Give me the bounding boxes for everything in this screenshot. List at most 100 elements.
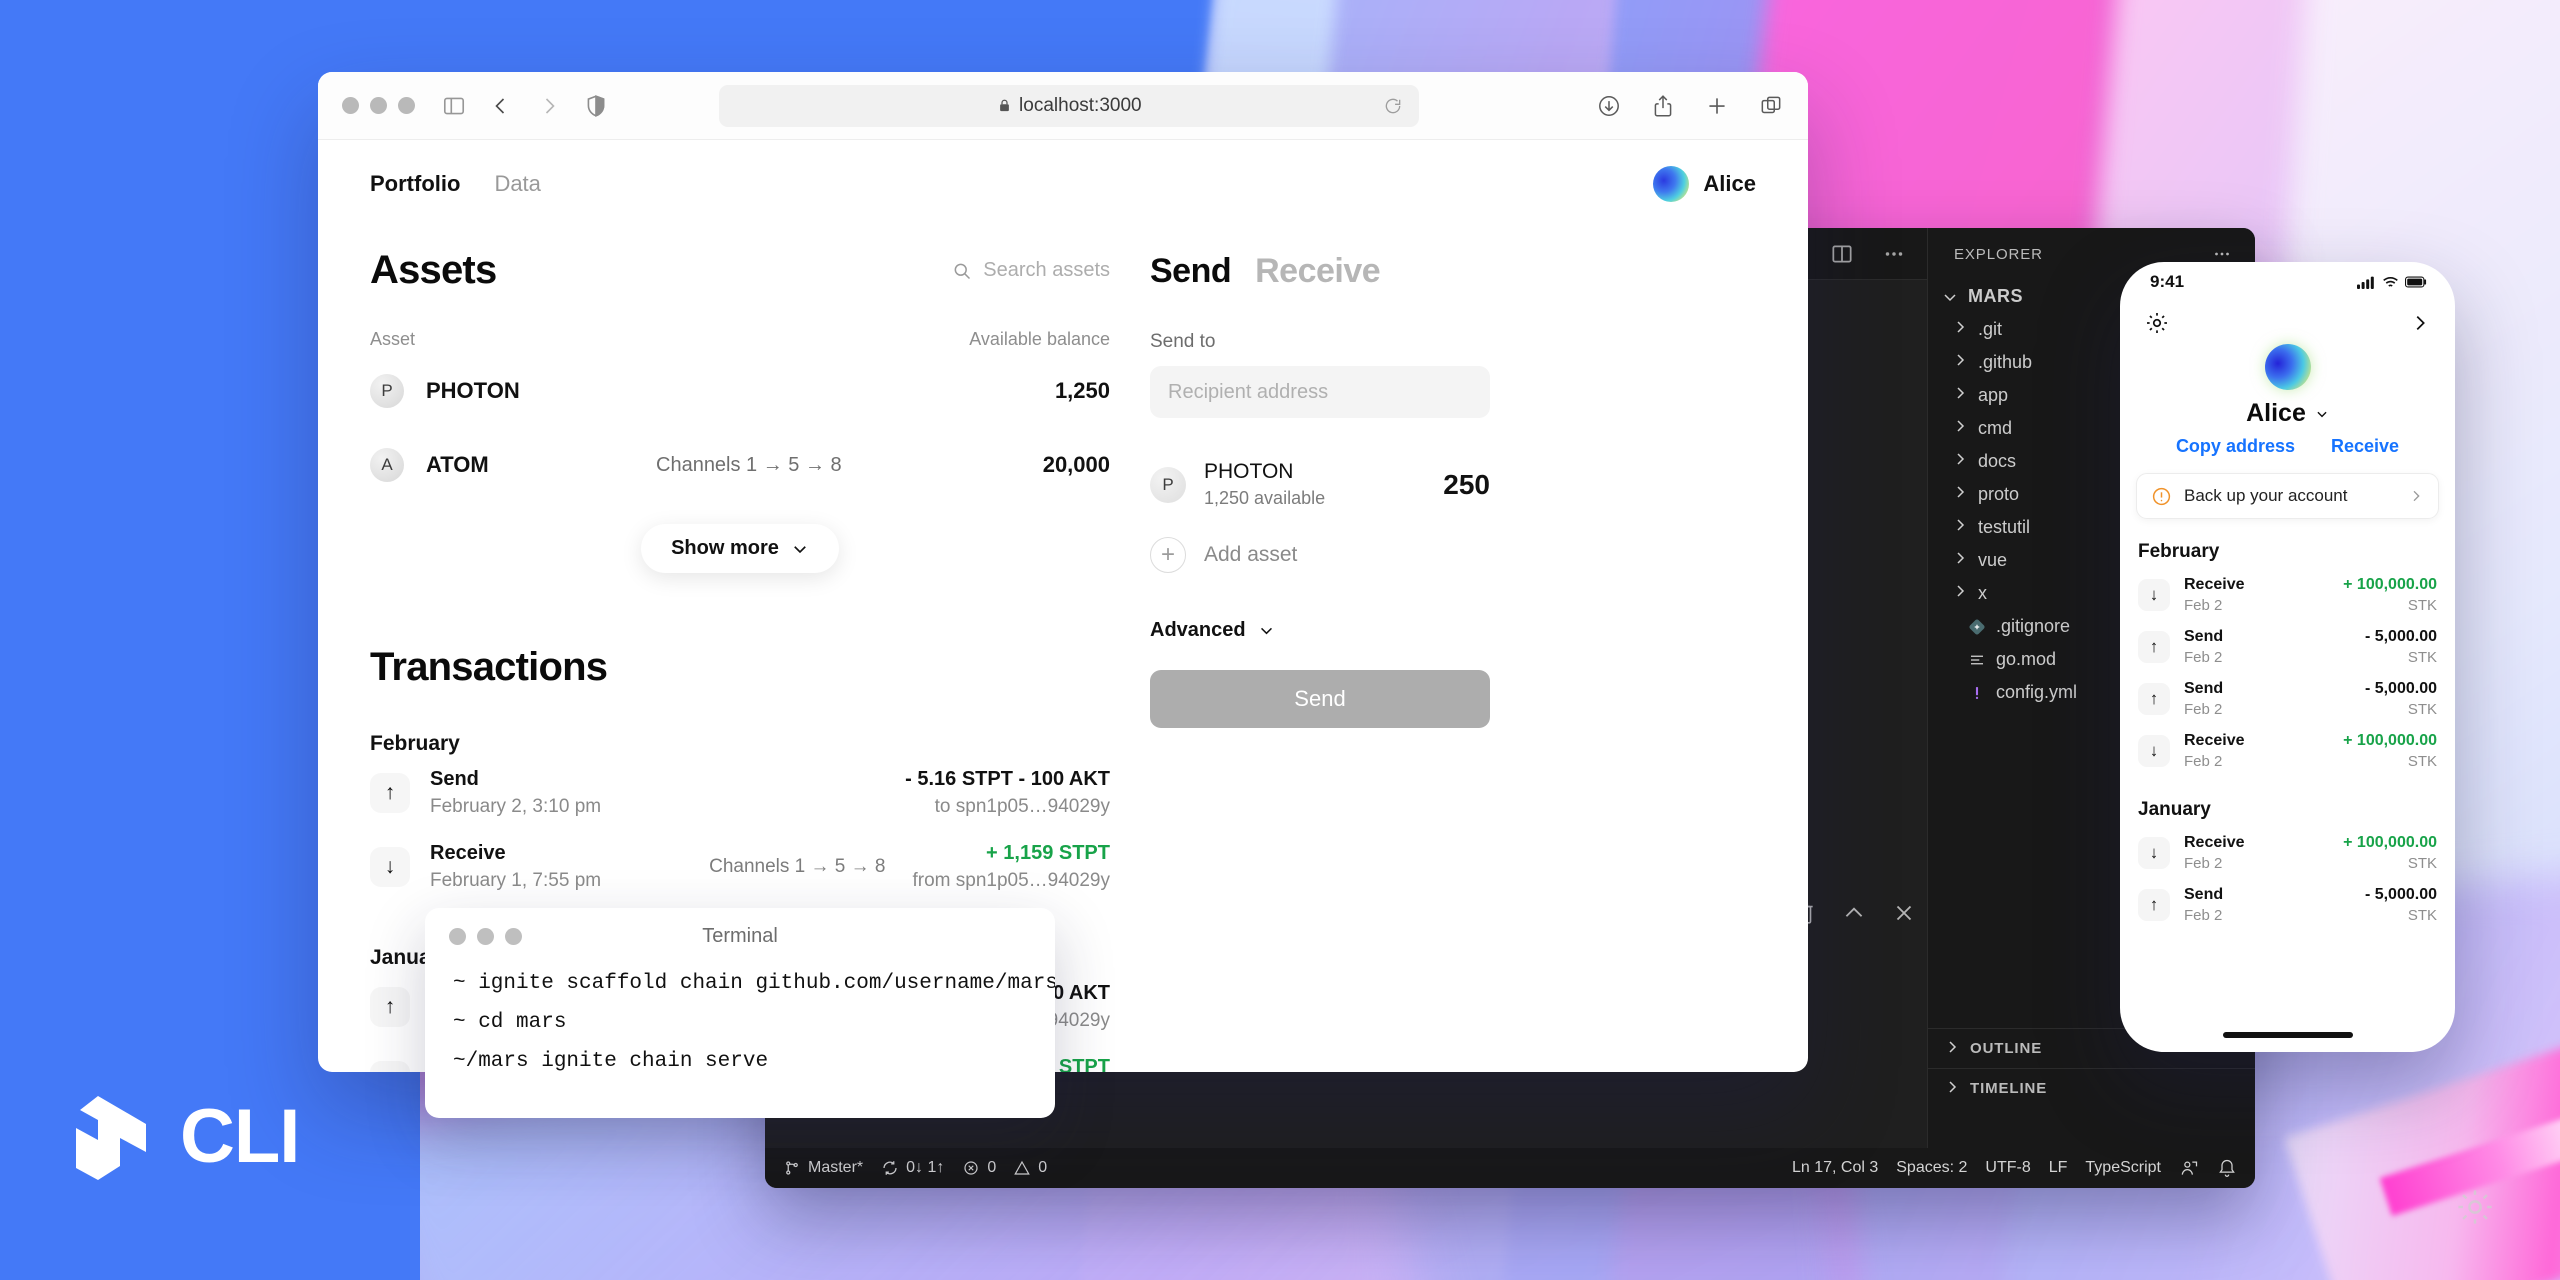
receive-button[interactable]: Receive bbox=[2331, 436, 2399, 457]
terminal-titlebar[interactable]: Terminal bbox=[425, 908, 1055, 964]
status-eol[interactable]: LF bbox=[2049, 1159, 2068, 1177]
chevron-right-icon[interactable] bbox=[2409, 312, 2431, 334]
send-asset-row[interactable]: P PHOTON 1,250 available 250 bbox=[1150, 460, 1490, 509]
tabs-overview-icon[interactable] bbox=[1758, 93, 1784, 119]
transaction-row[interactable]: ↓ReceiveFebruary 1, 7:55 pmChannels 1 → … bbox=[370, 830, 1110, 904]
transaction-amounts: + 1,159 STPTfrom spn1p05…94029y bbox=[912, 842, 1110, 892]
vscode-settings-gear-icon[interactable] bbox=[2454, 1186, 2496, 1228]
send-to-label: Send to bbox=[1150, 331, 1490, 353]
tab-send[interactable]: Send bbox=[1150, 252, 1231, 291]
close-window-button[interactable] bbox=[342, 97, 359, 114]
status-encoding[interactable]: UTF-8 bbox=[1985, 1159, 2030, 1177]
transaction-amount: - 5.16 STPT - 100 AKT bbox=[905, 768, 1110, 791]
tab-receive[interactable]: Receive bbox=[1255, 252, 1380, 291]
asset-row[interactable]: PPHOTON1,250 bbox=[370, 358, 1110, 424]
phone-transactions-list[interactable]: February↓ReceiveFeb 2+ 100,000.00STK↑Sen… bbox=[2120, 519, 2455, 931]
phone-transaction-row[interactable]: ↑SendFeb 2- 5,000.00STK bbox=[2120, 879, 2455, 931]
show-more-button[interactable]: Show more bbox=[641, 524, 839, 573]
asset-search[interactable]: Search assets bbox=[952, 259, 1110, 282]
terminal-output[interactable]: ~ ignite scaffold chain github.com/usern… bbox=[425, 964, 1055, 1081]
arrow-up-icon: ↑ bbox=[370, 773, 410, 813]
terminal-window[interactable]: Terminal ~ ignite scaffold chain github.… bbox=[425, 908, 1055, 1118]
phone-transaction-info: ReceiveFeb 2 bbox=[2184, 732, 2245, 770]
status-errors[interactable]: 0 0 bbox=[962, 1159, 1047, 1177]
browser-toolbar[interactable]: localhost:3000 bbox=[318, 72, 1808, 140]
status-left-group[interactable]: Master* 0↓ 1↑ 0 bbox=[783, 1159, 1047, 1177]
app-nav[interactable]: Portfolio Data Alice bbox=[318, 140, 1808, 202]
backup-account-label: Back up your account bbox=[2184, 486, 2347, 506]
sidebar-icon[interactable] bbox=[441, 93, 467, 119]
status-indentation[interactable]: Spaces: 2 bbox=[1896, 1159, 1967, 1177]
phone-transaction-row[interactable]: ↓ReceiveFeb 2+ 100,000.00STK bbox=[2120, 725, 2455, 777]
phone-header[interactable] bbox=[2120, 302, 2455, 336]
split-editor-icon[interactable] bbox=[1829, 241, 1855, 267]
phone-transaction-row[interactable]: ↓ReceiveFeb 2+ 100,000.00STK bbox=[2120, 827, 2455, 879]
phone-transaction-row[interactable]: ↓ReceiveFeb 2+ 100,000.00STK bbox=[2120, 569, 2455, 621]
chevron-down-icon[interactable] bbox=[2315, 407, 2329, 421]
new-tab-icon[interactable] bbox=[1704, 93, 1730, 119]
gear-icon[interactable] bbox=[2144, 310, 2170, 336]
phone-transaction-date: Feb 2 bbox=[2184, 753, 2245, 770]
phone-month-header: January bbox=[2120, 777, 2455, 827]
explorer-section-timeline[interactable]: TIMELINE bbox=[1928, 1068, 2255, 1108]
advanced-toggle[interactable]: Advanced bbox=[1150, 619, 1490, 642]
notifications-bell-icon[interactable] bbox=[2217, 1158, 2237, 1178]
transaction-row[interactable]: ↑SendFebruary 2, 3:10 pm- 5.16 STPT - 10… bbox=[370, 756, 1110, 830]
send-amount-input[interactable]: 250 bbox=[1443, 469, 1490, 501]
avatar bbox=[1653, 166, 1689, 202]
phone-account-actions[interactable]: Copy address Receive bbox=[2120, 436, 2455, 457]
terminal-line: ~ ignite scaffold chain github.com/usern… bbox=[425, 964, 1055, 1003]
status-right-group[interactable]: Ln 17, Col 3 Spaces: 2 UTF-8 LF TypeScri… bbox=[1792, 1158, 2237, 1178]
send-receive-tabs[interactable]: Send Receive bbox=[1150, 252, 1490, 291]
phone-account-name[interactable]: Alice bbox=[2120, 399, 2455, 428]
phone-transaction-row[interactable]: ↑SendFeb 2- 5,000.00STK bbox=[2120, 621, 2455, 673]
status-cursor-position[interactable]: Ln 17, Col 3 bbox=[1792, 1159, 1878, 1177]
maximize-window-button[interactable] bbox=[398, 97, 415, 114]
backup-account-banner[interactable]: Back up your account bbox=[2136, 473, 2439, 519]
chevron-up-icon[interactable] bbox=[1841, 900, 1867, 926]
close-icon[interactable] bbox=[1891, 900, 1917, 926]
browser-nav-buttons[interactable] bbox=[489, 94, 561, 118]
phone-transaction-unit: STK bbox=[2365, 649, 2437, 666]
recipient-address-field[interactable] bbox=[1150, 366, 1490, 418]
phone-transaction-unit: STK bbox=[2365, 701, 2437, 718]
user-menu[interactable]: Alice bbox=[1653, 166, 1756, 202]
add-asset-button[interactable]: + Add asset bbox=[1150, 537, 1490, 573]
phone-mockup[interactable]: 9:41 bbox=[2120, 262, 2455, 1052]
downloads-icon[interactable] bbox=[1596, 93, 1622, 119]
chevron-right-icon bbox=[1952, 352, 1968, 373]
share-icon[interactable] bbox=[1650, 93, 1676, 119]
phone-transaction-row[interactable]: ↑SendFeb 2- 5,000.00STK bbox=[2120, 673, 2455, 725]
minimize-window-button[interactable] bbox=[370, 97, 387, 114]
back-icon[interactable] bbox=[489, 94, 513, 118]
status-language[interactable]: TypeScript bbox=[2085, 1159, 2161, 1177]
status-branch[interactable]: Master* bbox=[783, 1159, 863, 1177]
live-share-icon[interactable] bbox=[2179, 1158, 2199, 1178]
browser-toolbar-right[interactable] bbox=[1596, 93, 1784, 119]
reload-icon[interactable] bbox=[1383, 96, 1403, 116]
assets-col-asset: Asset bbox=[370, 329, 415, 350]
asset-row[interactable]: AATOMChannels 1 → 5 → 820,000 bbox=[370, 432, 1110, 498]
arrow-up-icon: ↑ bbox=[2138, 889, 2170, 921]
forward-icon[interactable] bbox=[537, 94, 561, 118]
send-receive-panel[interactable]: Send Receive Send to P PHOTON 1,250 avai… bbox=[1150, 248, 1490, 1072]
copy-address-button[interactable]: Copy address bbox=[2176, 436, 2295, 457]
phone-transaction-info: SendFeb 2 bbox=[2184, 886, 2223, 924]
more-actions-icon[interactable] bbox=[1881, 241, 1907, 267]
nav-item-portfolio[interactable]: Portfolio bbox=[370, 171, 460, 197]
assets-table-body[interactable]: PPHOTON1,250 AATOMChannels 1 → 5 → 820,00… bbox=[370, 358, 1110, 498]
vscode-status-bar[interactable]: Master* 0↓ 1↑ 0 bbox=[765, 1148, 2255, 1188]
wifi-icon bbox=[2382, 276, 2399, 289]
asset-name: ATOM bbox=[426, 452, 656, 478]
address-bar[interactable]: localhost:3000 bbox=[719, 85, 1419, 127]
shield-icon[interactable] bbox=[583, 93, 609, 119]
transaction-counterparty: to spn1p05…94029y bbox=[905, 796, 1110, 818]
vscode-panel-actions[interactable] bbox=[1791, 900, 1917, 926]
module-file-icon bbox=[1968, 651, 1986, 669]
nav-item-data[interactable]: Data bbox=[494, 171, 540, 197]
window-traffic-lights[interactable] bbox=[342, 97, 415, 114]
asset-search-placeholder[interactable]: Search assets bbox=[983, 259, 1110, 282]
recipient-address-input[interactable] bbox=[1168, 381, 1472, 404]
send-button[interactable]: Send bbox=[1150, 670, 1490, 728]
status-sync[interactable]: 0↓ 1↑ bbox=[881, 1159, 944, 1177]
